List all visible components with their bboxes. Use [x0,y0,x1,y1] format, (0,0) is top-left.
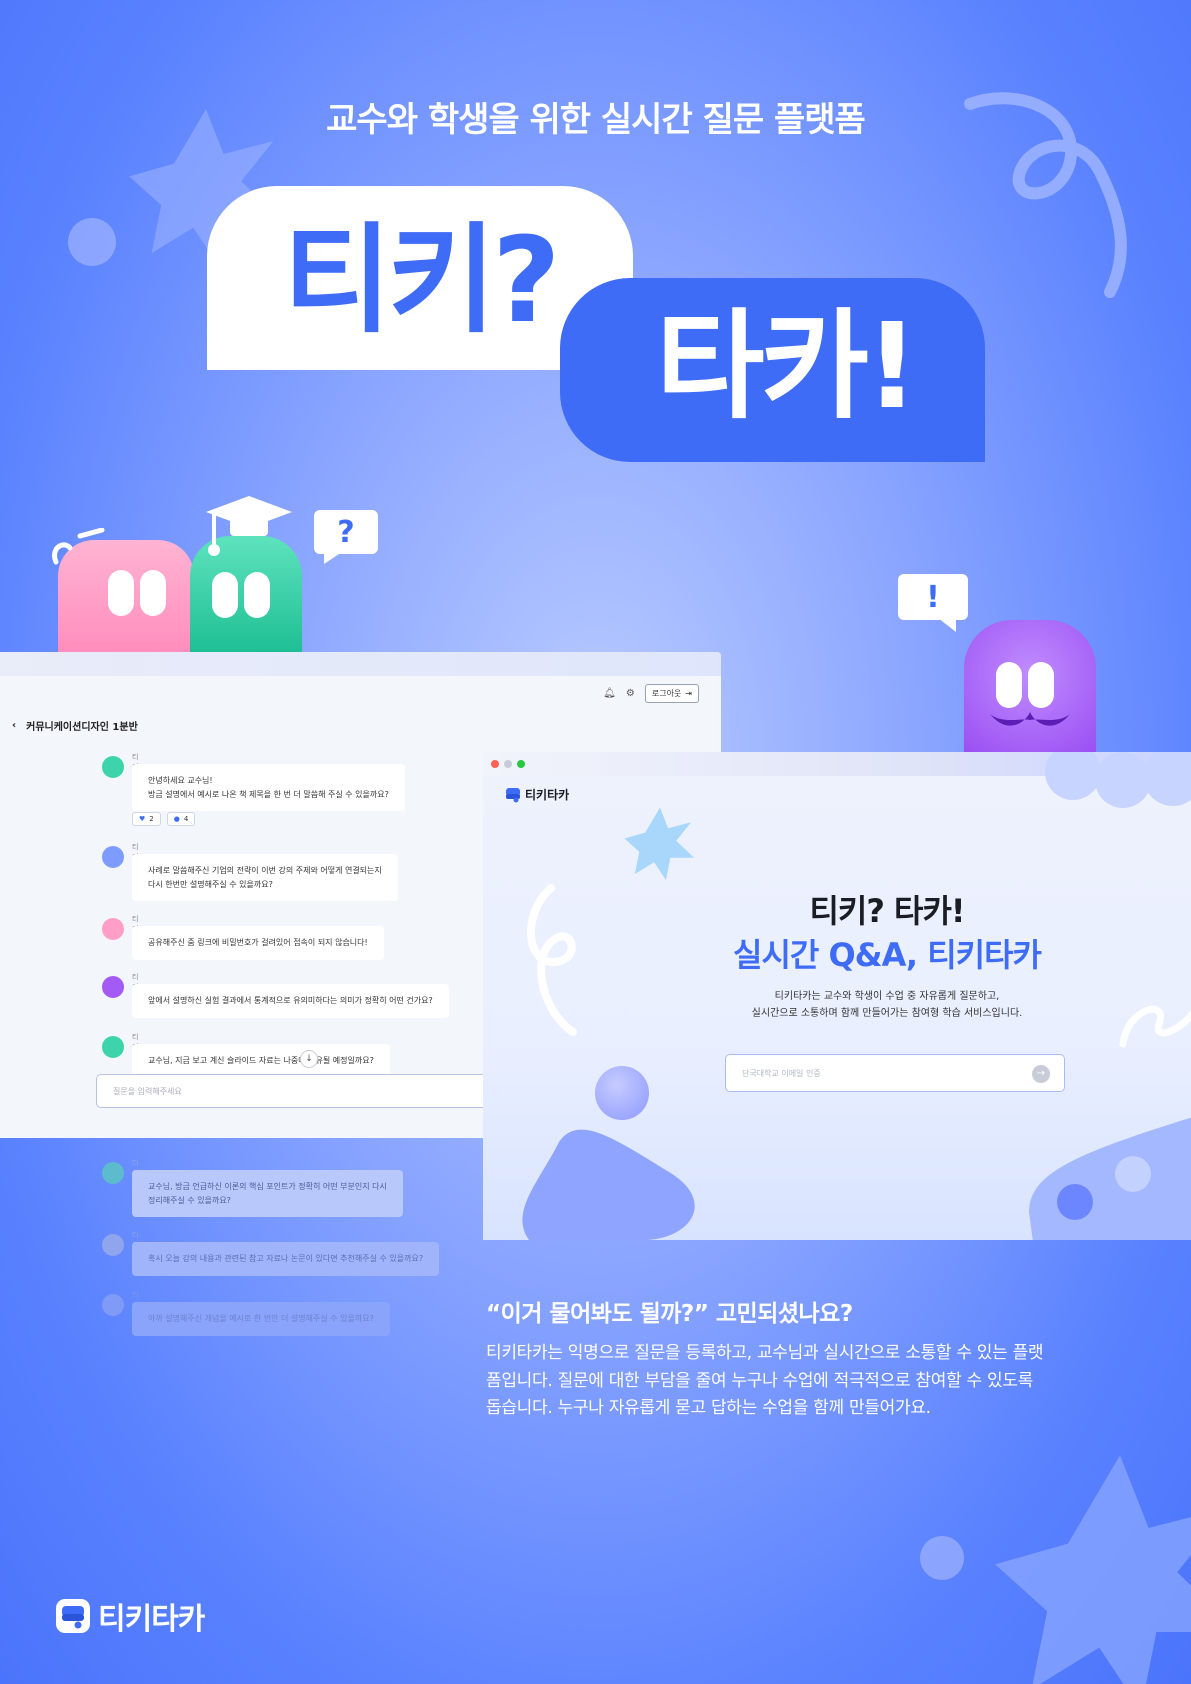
circle-decoration [595,1066,649,1120]
landing-logo[interactable]: 티키타카 [505,786,569,803]
eye [244,572,270,618]
exclaim-bubble-icon: ! [898,574,968,620]
heart-icon: ♥ [139,815,146,823]
tikitaka-logo-icon [506,787,520,802]
question-bubble-icon: ? [314,510,378,554]
mint-avatar [102,1162,124,1184]
circle-decoration [68,218,116,266]
eye [1028,662,1054,708]
heart-reaction[interactable]: ♥ 2 [132,812,161,826]
answer-speech-bubble: 타카! [560,278,985,462]
pink-avatar [102,918,124,940]
maximize-dot[interactable] [517,760,525,768]
star-decoration-bottom [990,1450,1191,1684]
email-placeholder: 단국대학교 이메일 인증 [742,1069,821,1078]
blob-decoration [522,1129,695,1240]
purple-avatar [102,976,124,998]
message-text[interactable]: 안녕하세요 교수님! 방금 설명에서 예시로 나온 책 제목을 한 번 더 말씀해… [132,764,405,812]
logo-text: 티키타카 [525,788,570,802]
logout-button[interactable]: 로그아웃 ⇥ [644,684,699,703]
circle-decoration-bottom [920,1536,964,1580]
eye [996,662,1022,708]
message-text[interactable]: 앞에서 설명하신 실험 결과에서 통계적으로 유의미하다는 의미가 정확히 어떤… [132,984,449,1018]
mint-avatar [102,756,124,778]
blue-avatar [102,846,124,868]
minimize-dot[interactable] [504,760,512,768]
mint-avatar [102,1036,124,1058]
close-dot[interactable] [491,760,499,768]
purple-character [964,620,1096,752]
section-heading: “이거 물어봐도 될까?” 고민되셨나요? [486,1301,853,1327]
landing-window: 티키타카 티키? 타카! 실시간 Q&A, 티키타카 티키타카는 교수와 학생이… [483,752,1191,1240]
message-text: 아까 설명해주신 개념을 예시로 한 번만 더 설명해주실 수 있을까요? [132,1302,390,1336]
faded-avatar [102,1294,124,1316]
blue-avatar [102,1234,124,1256]
headline: 교수와 학생을 위한 실시간 질문 플랫폼 [326,100,866,140]
class-title-bar: ‹ 커뮤니케이션디자인 1분반 [12,718,138,733]
bubble-tail [324,552,342,564]
eye [212,572,238,618]
message-text[interactable]: 공유해주신 줌 링크에 비밀번호가 걸려있어 접속이 되지 않습니다! [132,926,384,960]
email-input[interactable]: 단국대학교 이메일 인증 → [725,1054,1065,1092]
class-title: 커뮤니케이션디자인 1분반 [26,722,138,733]
brand-name: 티키타카 [98,1602,205,1637]
reactions: ♥ 2 ● 4 [132,812,196,826]
eye [140,570,166,616]
bubble-tail [938,618,956,632]
message-text: 교수님, 방금 언급하신 이론의 핵심 포인트가 정확히 어떤 부분인지 다시 정… [132,1170,403,1218]
landing-description: 티키타카는 교수와 학생이 수업 중 자유롭게 질문하고, 실시간으로 소통하며… [751,991,1023,1019]
mustache-icon [990,712,1070,726]
settings-icon[interactable]: ⚙ [626,688,635,699]
landing-subtitle: 실시간 Q&A, 티키타카 [733,936,1042,974]
chat-toolbar: 🔔︎ ⚙ 로그아웃 ⇥ [603,684,699,703]
shape-decoration [1029,1117,1191,1240]
question-icon: ● [173,815,180,823]
tikitaka-logo-icon [56,1599,90,1633]
logout-icon: ⇥ [685,689,692,698]
sweat-icon [50,527,110,572]
graduation-cap-icon [204,494,294,568]
eye [108,570,134,616]
question-reaction[interactable]: ● 4 [166,812,196,826]
star-decoration [624,807,695,880]
hero-question-word: 티키? [283,211,561,349]
message-text[interactable]: 교수님, 지금 보고 계신 슬라이드 자료는 나중에 공유될 예정일까요? [132,1044,390,1078]
logout-label: 로그아웃 [651,689,682,698]
cloud-decoration [1045,752,1191,808]
hero-answer-word: 타카! [656,297,919,435]
landing-title: 티키? 타카! [809,892,965,930]
arrow-right-icon[interactable]: → [1032,1065,1050,1083]
brand-logo: 티키타카 [56,1594,205,1638]
chat-window-bar [0,652,721,676]
back-chevron-icon[interactable]: ‹ [12,720,16,731]
message-text[interactable]: 사례로 말씀해주신 기업의 전략이 이번 강의 주제와 어떻게 연결되는지 다시 … [132,854,398,902]
scroll-down-icon[interactable]: ↓ [300,1050,318,1068]
message-text: 혹시 오늘 강의 내용과 관련된 참고 자료나 논문이 있다면 추천해주실 수 … [132,1242,440,1276]
bell-icon[interactable]: 🔔︎ [603,688,616,699]
section-body: 티키타카는 익명으로 질문을 등록하고, 교수님과 실시간으로 소통할 수 있는… [486,1343,1044,1419]
